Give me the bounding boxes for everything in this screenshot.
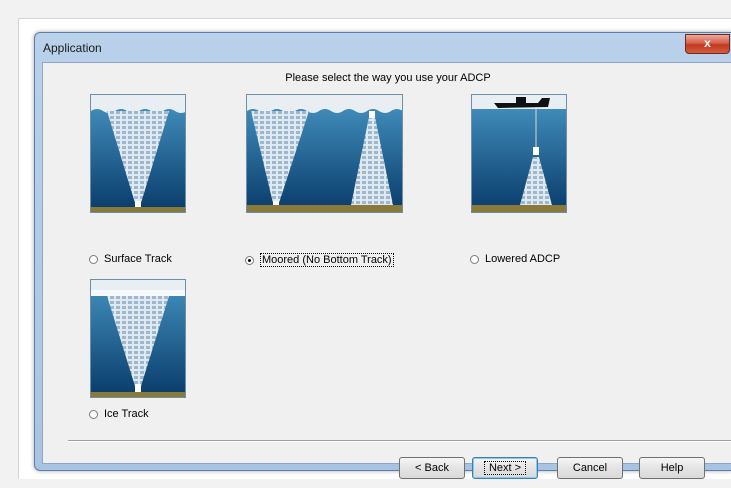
option-moored[interactable]: Moored (No Bottom Track)	[245, 253, 394, 267]
option-surface-track[interactable]: Surface Track	[89, 253, 172, 265]
ice-track-image[interactable]	[90, 279, 186, 398]
radio-ice-track[interactable]	[89, 409, 98, 419]
surface-track-label: Surface Track	[104, 253, 172, 265]
moored-image[interactable]	[246, 94, 403, 213]
close-button[interactable]: x	[685, 34, 730, 54]
help-button-label: Help	[660, 462, 684, 474]
ice-track-illustration	[91, 280, 185, 397]
application-dialog: Application x Please select the way you …	[34, 32, 731, 479]
cancel-button-label: Cancel	[572, 462, 608, 474]
next-button-label: Next >	[483, 461, 527, 475]
dialog-client-area: Please select the way you use your ADCP …	[42, 62, 731, 479]
ice-track-label: Ice Track	[104, 408, 149, 420]
moored-illustration	[247, 95, 402, 212]
cancel-button[interactable]: Cancel	[557, 457, 623, 479]
button-separator	[68, 440, 731, 442]
radio-moored[interactable]	[245, 255, 254, 265]
back-button[interactable]: < Back	[399, 457, 465, 479]
moored-label: Moored (No Bottom Track)	[260, 253, 394, 267]
option-lowered-adcp[interactable]: Lowered ADCP	[470, 253, 560, 265]
lowered-adcp-illustration	[472, 95, 566, 212]
radio-lowered-adcp[interactable]	[470, 254, 479, 264]
instruction-text: Please select the way you use your ADCP	[285, 72, 491, 84]
close-icon: x	[704, 36, 711, 50]
lowered-adcp-image[interactable]	[471, 94, 567, 213]
next-button[interactable]: Next >	[472, 457, 538, 479]
lowered-adcp-label: Lowered ADCP	[485, 253, 561, 265]
surface-track-image[interactable]	[90, 94, 186, 213]
surface-track-illustration	[91, 95, 185, 212]
dialog-title: Application	[43, 41, 102, 55]
radio-surface-track[interactable]	[89, 254, 98, 264]
back-button-label: < Back	[415, 462, 449, 474]
option-ice-track[interactable]: Ice Track	[89, 408, 149, 420]
help-button[interactable]: Help	[639, 457, 705, 479]
